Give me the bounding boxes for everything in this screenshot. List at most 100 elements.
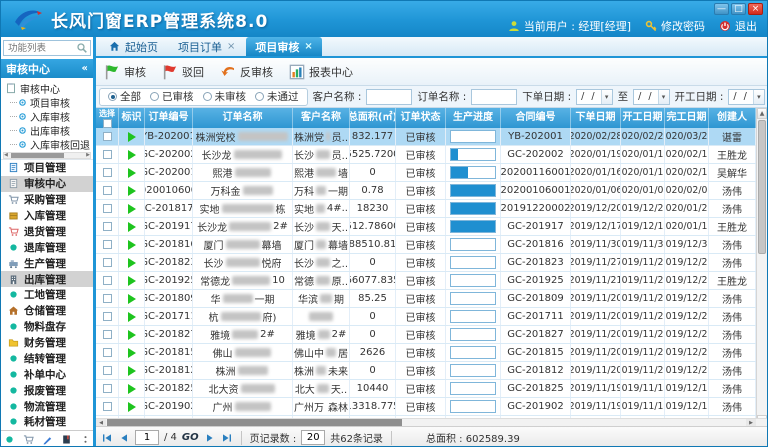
sidebar-item-物流管理[interactable]: 物流管理: [1, 398, 93, 414]
scroll-left-icon[interactable]: ◀: [4, 152, 8, 159]
sidebar-item-补单中心[interactable]: 补单中心: [1, 366, 93, 382]
select-cell[interactable]: [96, 344, 119, 361]
page-size-input[interactable]: [301, 430, 325, 445]
column-header-订单名称[interactable]: 订单名称: [193, 108, 293, 128]
minimize-button[interactable]: —: [714, 3, 729, 15]
row-checkbox[interactable]: [103, 258, 112, 267]
tree-item-入库审核回退[interactable]: 入库审核回退: [5, 137, 91, 151]
search-icon[interactable]: [76, 42, 88, 54]
column-header-选择[interactable]: 选择: [96, 108, 119, 128]
row-checkbox[interactable]: [103, 348, 112, 357]
审核-button[interactable]: 审核: [104, 64, 146, 80]
column-header-订单状态[interactable]: 订单状态: [396, 108, 446, 128]
row-checkbox[interactable]: [103, 150, 112, 159]
sidebar-item-审核中心[interactable]: 审核中心: [1, 176, 93, 192]
go-button[interactable]: GO: [182, 432, 199, 443]
table-row[interactable]: GC-201711杭府)0已审核GC-2017112019/11/202019/…: [96, 308, 756, 326]
start-date-picker[interactable]: / / ▾: [728, 89, 764, 105]
sidebar-item-仓储管理[interactable]: 仓储管理: [1, 303, 93, 319]
sidebar-item-入库管理[interactable]: 入库管理: [1, 208, 93, 224]
customer-name-input[interactable]: [366, 89, 412, 105]
column-header-总面积(㎡)[interactable]: 总面积(㎡): [350, 108, 396, 128]
footer-cart-icon[interactable]: [23, 434, 34, 445]
logout-button[interactable]: 退出: [719, 18, 757, 34]
collapse-panel-icon[interactable]: «: [82, 63, 88, 74]
select-cell[interactable]: [96, 164, 119, 181]
column-header-合同编号[interactable]: 合同编号: [501, 108, 571, 128]
select-cell[interactable]: [96, 272, 119, 289]
tab-起始页[interactable]: 起始页: [100, 37, 167, 56]
table-row[interactable]: GC-201902广州广州万森林13318.775已审核GC-201902201…: [96, 398, 756, 416]
row-checkbox[interactable]: [103, 312, 112, 321]
select-all-checkbox[interactable]: [103, 119, 112, 128]
row-checkbox[interactable]: [103, 168, 112, 177]
table-row[interactable]: GC-201925常德龙10常德原..266077.835..已审核GC-201…: [96, 272, 756, 290]
vertical-scroll-thumb[interactable]: [758, 120, 766, 254]
radio-未通过[interactable]: 未通过: [255, 89, 299, 104]
row-checkbox[interactable]: [103, 276, 112, 285]
驳回-button[interactable]: 驳回: [162, 64, 204, 80]
row-checkbox[interactable]: [103, 366, 112, 375]
horizontal-scrollbar[interactable]: ◀ ▶: [96, 418, 767, 426]
prev-page-button[interactable]: [118, 432, 130, 444]
next-page-button[interactable]: [204, 432, 216, 444]
table-row[interactable]: GC-202002长沙龙长沙员..65525.7200..已审核GC-20200…: [96, 146, 756, 164]
select-cell[interactable]: [96, 236, 119, 253]
table-row[interactable]: GC-201809华一期华滨期85.25已审核GC-2018092019/11/…: [96, 290, 756, 308]
radio-全部[interactable]: 全部: [108, 89, 141, 104]
column-header-完工日期[interactable]: 完工日期: [665, 108, 709, 128]
radio-未审核[interactable]: 未审核: [203, 89, 247, 104]
table-row[interactable]: GC-201812株洲株洲未来0已审核GC-2018122019/11/2020…: [96, 362, 756, 380]
scroll-left-icon[interactable]: ◀: [96, 419, 106, 426]
sidebar-item-生产管理[interactable]: 生产管理: [1, 255, 93, 271]
select-cell[interactable]: [96, 200, 119, 217]
tree-scroll-thumb[interactable]: [11, 153, 64, 158]
tree-root-audit-center[interactable]: 审核中心: [5, 81, 91, 95]
table-row[interactable]: 20200106001万科金万科一期0.78已审核202001060012020…: [96, 182, 756, 200]
column-header-生产进度[interactable]: 生产进度: [446, 108, 501, 128]
tree-item-入库审核[interactable]: 入库审核: [5, 109, 91, 123]
sidebar-item-耗材管理[interactable]: 耗材管理: [1, 414, 93, 430]
footer-book-icon[interactable]: [61, 434, 72, 445]
table-row[interactable]: GC-201917长沙龙2#长沙天..8512.78600..已审核GC-201…: [96, 218, 756, 236]
row-checkbox[interactable]: [103, 294, 112, 303]
table-row[interactable]: GC-201823长沙悦府长沙之..0已审核GC-2018232019/11/2…: [96, 254, 756, 272]
calendar-dropdown-icon[interactable]: ▾: [601, 90, 612, 104]
row-checkbox[interactable]: [103, 402, 112, 411]
table-row[interactable]: GC-201815佛山佛山中居2626已审核GC-2018152019/11/2…: [96, 344, 756, 362]
sidebar-item-退货管理[interactable]: 退货管理: [1, 224, 93, 240]
horizontal-scroll-thumb[interactable]: [107, 419, 402, 426]
footer-dot-icon[interactable]: [4, 434, 15, 445]
sidebar-item-采购管理[interactable]: 采购管理: [1, 192, 93, 208]
tab-项目审核[interactable]: 项目审核×: [246, 37, 321, 56]
sidebar-item-工地管理[interactable]: 工地管理: [1, 287, 93, 303]
报表中心-button[interactable]: 报表中心: [289, 64, 353, 80]
footer-more-icon[interactable]: [80, 434, 91, 445]
tab-close-icon[interactable]: ×: [304, 41, 312, 52]
sidebar-item-结转管理[interactable]: 结转管理: [1, 351, 93, 367]
select-cell[interactable]: [96, 398, 119, 415]
order-name-input[interactable]: [471, 89, 517, 105]
page-number-input[interactable]: [135, 430, 159, 445]
select-cell[interactable]: [96, 362, 119, 379]
column-header-开工日期[interactable]: 开工日期: [621, 108, 665, 128]
select-cell[interactable]: [96, 182, 119, 199]
calendar-dropdown-icon[interactable]: ▾: [753, 90, 764, 104]
select-cell[interactable]: [96, 146, 119, 163]
calendar-dropdown-icon[interactable]: ▾: [658, 90, 669, 104]
sidebar-item-报废管理[interactable]: 报废管理: [1, 382, 93, 398]
column-header-标识[interactable]: 标识: [119, 108, 145, 128]
order-date-from-picker[interactable]: / / ▾: [576, 89, 612, 105]
select-cell[interactable]: [96, 326, 119, 343]
tab-close-icon[interactable]: ×: [227, 41, 235, 52]
column-header-创建人[interactable]: 创建人: [709, 108, 756, 128]
select-cell[interactable]: [96, 308, 119, 325]
table-row[interactable]: GC-201816厦门幕墙厦门幕墙188510.818已审核GC-2018162…: [96, 236, 756, 254]
column-header-订单编号[interactable]: 订单编号: [145, 108, 193, 128]
sidebar-item-财务管理[interactable]: 财务管理: [1, 335, 93, 351]
row-checkbox[interactable]: [103, 330, 112, 339]
sidebar-item-项目管理[interactable]: 项目管理: [1, 160, 93, 176]
tree-item-出库审核[interactable]: 出库审核: [5, 123, 91, 137]
select-cell[interactable]: [96, 254, 119, 271]
table-row[interactable]: YB-202001株洲党校株洲党员..832.177已审核YB-20200120…: [96, 128, 756, 146]
